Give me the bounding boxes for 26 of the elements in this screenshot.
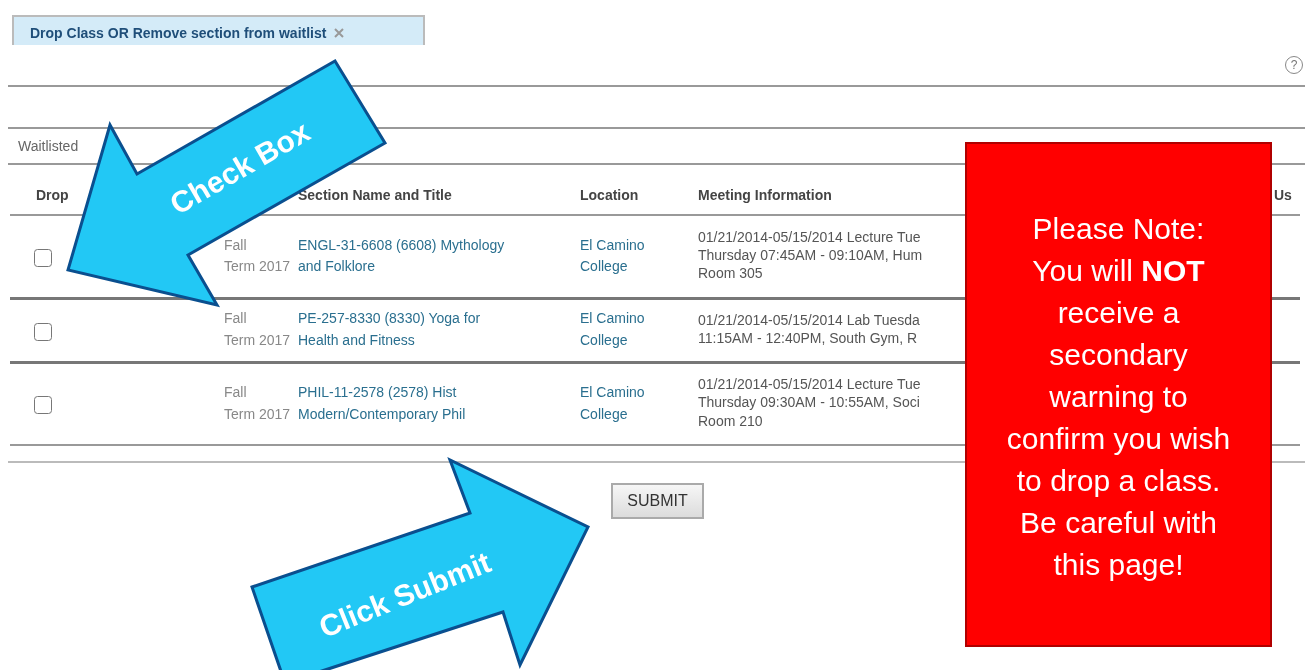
location-link[interactable]: El Camino College bbox=[580, 234, 645, 278]
term-text: Fall Term 2017 bbox=[224, 309, 291, 350]
column-header: Us bbox=[1274, 187, 1292, 203]
column-header: Section Name and Title bbox=[298, 187, 452, 203]
drop-checkbox[interactable] bbox=[34, 248, 52, 267]
tab-label: Drop Class OR Remove section from waitlist bbox=[30, 23, 327, 43]
section-link[interactable]: PE-257-8330 (8330) Yoga for Health and Fitness bbox=[298, 308, 481, 352]
section-link[interactable]: ENGL-31-6608 (6608) Mythology and Folklore bbox=[298, 234, 505, 278]
column-header: Drop bbox=[36, 187, 69, 203]
drop-checkbox[interactable] bbox=[34, 322, 52, 341]
meeting-info: 01/21/2014-05/15/2014 Lab Tuesda 11:15AM - 12:40PM, South Gym, R bbox=[698, 310, 920, 347]
meeting-info: 01/21/2014-05/15/2014 Lecture Tue Thursday 07:45AM - 09:10AM, Hum Room 305 bbox=[698, 227, 923, 283]
column-header: Meeting Information bbox=[698, 187, 832, 203]
term-text: Fall Term 2017 bbox=[224, 383, 291, 424]
close-icon[interactable] bbox=[334, 28, 345, 38]
section-label: Waitlisted bbox=[18, 137, 79, 156]
warning-note: Please Note: You will NOT receive a secondary warning to confirm you wish to drop a class. Be careful with this page! bbox=[965, 142, 1272, 647]
location-link[interactable]: El Camino College bbox=[580, 382, 645, 426]
column-header: Location bbox=[580, 187, 639, 203]
term-text: Fall Term 2017 bbox=[224, 235, 291, 277]
tab[interactable]: Drop Class OR Remove section from waitlist bbox=[12, 15, 425, 45]
section-link[interactable]: PHIL-11-2578 (2578) Hist Modern/Contemporary Phil bbox=[298, 382, 466, 426]
submit-button[interactable]: SUBMIT bbox=[611, 483, 704, 519]
drop-checkbox[interactable] bbox=[34, 396, 52, 415]
location-link[interactable]: El Camino College bbox=[580, 308, 645, 352]
meeting-info: 01/21/2014-05/15/2014 Lecture Tue Thursday 09:30AM - 10:55AM, Soci Room 210 bbox=[698, 375, 921, 430]
